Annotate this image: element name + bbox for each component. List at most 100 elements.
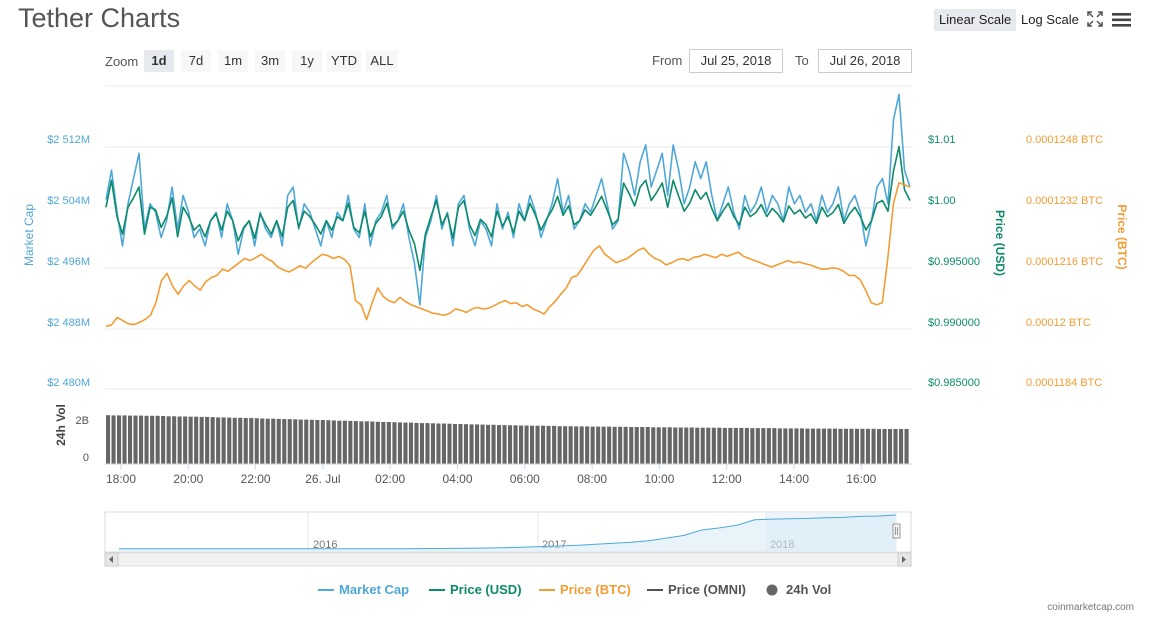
volume-bar — [596, 426, 601, 464]
volume-bar — [441, 423, 446, 464]
volume-bar — [821, 428, 826, 464]
legend-item-price-omni[interactable]: Price (OMNI) — [647, 582, 746, 597]
series-lines — [105, 93, 911, 328]
volume-bar — [111, 415, 116, 464]
mcap-tick: $2 512M — [47, 134, 90, 146]
volume-bar — [375, 421, 380, 464]
volume-bar — [392, 422, 397, 464]
volume-bar — [871, 428, 876, 464]
volume-bar — [166, 416, 171, 464]
volume-bar — [662, 427, 667, 464]
mcap-tick: $2 504M — [47, 195, 90, 207]
volume-bar — [293, 419, 298, 464]
volume-bar — [161, 416, 166, 464]
volume-bar — [463, 424, 468, 464]
volume-bar — [904, 429, 909, 464]
x-tick-label: 04:00 — [442, 472, 472, 486]
usd-tick: $0.990000 — [928, 317, 980, 329]
volume-bar — [221, 417, 226, 464]
x-tick-label: 06:00 — [510, 472, 540, 486]
volume-bar — [425, 423, 430, 464]
legend-item-24h-vol[interactable]: 24h Vol — [766, 582, 832, 597]
volume-bar — [452, 424, 457, 464]
volume-bar — [508, 425, 513, 464]
volume-bar — [612, 426, 617, 464]
volume-bar — [667, 427, 672, 464]
volume-bar — [854, 428, 859, 464]
volume-tick: 2B — [76, 415, 89, 427]
legend-item-price-btc[interactable]: Price (BTC) — [539, 582, 631, 597]
volume-bar — [469, 424, 474, 464]
volume-bar — [794, 428, 799, 464]
btc-tick: 0.0001232 BTC — [1026, 195, 1103, 207]
navigator[interactable]: 2016 2017 2018 — [104, 511, 912, 553]
volume-bar — [172, 416, 177, 464]
volume-axis-label: 24h Vol — [54, 404, 68, 446]
navigator-handle[interactable] — [892, 523, 901, 539]
volume-bar — [254, 418, 259, 464]
x-tick-label: 02:00 — [375, 472, 405, 486]
volume-bar — [276, 418, 281, 464]
volume-bar — [177, 416, 182, 464]
btc-tick: 0.0001216 BTC — [1026, 256, 1103, 268]
volume-bar — [155, 415, 160, 464]
volume-bar — [717, 427, 722, 464]
volume-bar — [728, 427, 733, 464]
volume-bar — [733, 427, 738, 464]
x-tick-label: 26. Jul — [305, 472, 340, 486]
legend-item-price-usd[interactable]: Price (USD) — [429, 582, 522, 597]
volume-tick: 0 — [83, 452, 89, 464]
btc-tick: 0.0001248 BTC — [1026, 134, 1103, 146]
volume-bar — [640, 427, 645, 464]
x-tick-label: 18:00 — [106, 472, 136, 486]
mcap-tick: $2 496M — [47, 256, 90, 268]
price-btc-axis-label: Price (BTC) — [1115, 204, 1129, 269]
volume-bar — [502, 425, 507, 464]
volume-bar — [711, 427, 716, 464]
legend-label: Price (OMNI) — [668, 582, 746, 597]
volume-bar — [260, 418, 265, 464]
volume-bar — [122, 415, 127, 464]
gridlines — [105, 85, 912, 390]
volume-bar — [865, 428, 870, 464]
volume-bar — [386, 422, 391, 464]
volume-bar — [227, 417, 232, 464]
legend-item-market-cap[interactable]: Market Cap — [318, 582, 409, 597]
market-cap-axis-label: Market Cap — [22, 204, 36, 266]
volume-bar — [397, 422, 402, 464]
volume-bar — [634, 427, 639, 464]
usd-tick: $0.985000 — [928, 377, 980, 389]
volume-bar — [877, 429, 882, 464]
volume-bar — [761, 428, 766, 464]
x-tick-label: 14:00 — [779, 472, 809, 486]
volume-bar — [353, 421, 358, 464]
volume-bar — [744, 427, 749, 464]
volume-bar — [832, 428, 837, 464]
volume-bar — [772, 428, 777, 464]
volume-bar — [491, 424, 496, 464]
volume-bar — [645, 427, 650, 464]
volume-bar — [364, 421, 369, 464]
volume-bar — [232, 417, 237, 464]
volume-bar — [678, 427, 683, 464]
volume-bar — [888, 429, 893, 464]
usd-tick: $0.995000 — [928, 256, 980, 268]
volume-bar — [700, 427, 705, 464]
volume-bar — [777, 428, 782, 464]
volume-bar — [309, 419, 314, 464]
volume-bar — [849, 428, 854, 464]
volume-bar — [326, 420, 331, 464]
navigator-scrollbar[interactable] — [104, 552, 912, 567]
volume-bar — [524, 425, 529, 464]
volume-bar — [331, 420, 336, 464]
volume-bar — [475, 424, 480, 464]
volume-bar — [568, 426, 573, 464]
source-credit[interactable]: coinmarketcap.com — [1047, 602, 1134, 613]
volume-bar — [133, 415, 138, 464]
legend-label: Price (USD) — [450, 582, 522, 597]
volume-bar — [766, 428, 771, 464]
volume-bar — [117, 415, 122, 464]
price-chart[interactable]: $2 512M $2 504M $2 496M $2 488M $2 480M … — [0, 0, 1170, 620]
volume-bar — [265, 418, 270, 464]
volume-bar — [359, 421, 364, 464]
